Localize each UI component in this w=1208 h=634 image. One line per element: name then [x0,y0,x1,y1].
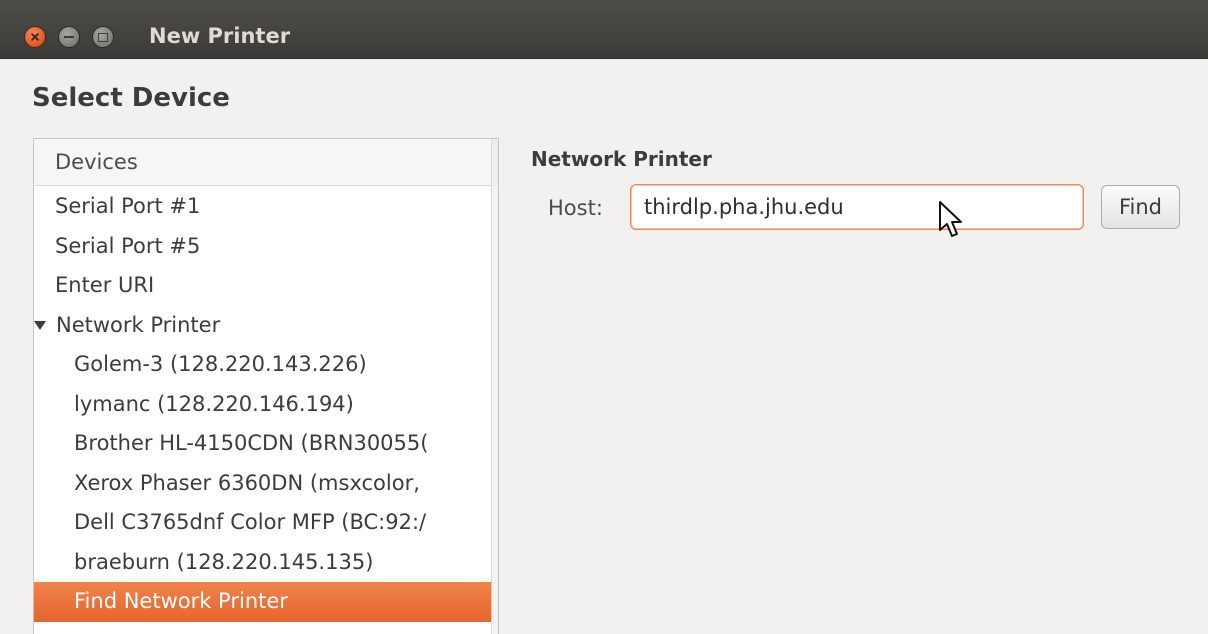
list-item-xerox-phaser-6360dn[interactable]: Xerox Phaser 6360DN (msxcolor, [34,464,492,504]
list-item-serial-port-5[interactable]: Serial Port #5 [34,227,492,267]
list-item-label: Golem-3 (128.220.143.226) [74,352,367,376]
list-item-brother-hl-4150cdn[interactable]: Brother HL-4150CDN (BRN30055( [34,424,492,464]
list-item-label: Serial Port #5 [55,233,201,258]
list-item-dell-c3765dnf[interactable]: Dell C3765dnf Color MFP (BC:92:/ [34,503,492,543]
list-item-serial-port-1[interactable]: Serial Port #1 [34,187,492,227]
page-title: Select Device [32,83,230,113]
list-item-label: Dell C3765dnf Color MFP (BC:92:/ [74,510,427,534]
list-item-label: Network Printer [56,312,221,337]
list-item-label: Xerox Phaser 6360DN (msxcolor, [74,470,420,495]
host-label: Host: [548,196,603,220]
list-scrollbar[interactable] [491,186,498,634]
list-item-golem-3[interactable]: Golem-3 (128.220.143.226) [34,345,492,385]
list-item-braeburn[interactable]: braeburn (128.220.145.135) [34,543,492,583]
host-input[interactable] [630,184,1084,230]
list-item-label: Serial Port #1 [55,194,201,218]
window-title: New Printer [149,24,291,48]
devices-column-header[interactable]: Devices [34,139,498,186]
devices-header-label: Devices [55,150,138,174]
new-printer-window: New Printer Select Device Devices Serial… [0,0,1208,634]
column-resize-handle[interactable] [491,139,498,186]
list-item-network-printer-group[interactable]: Network Printer [34,306,492,346]
expander-triangle-down-icon[interactable] [34,320,46,330]
list-item-label: lymanc (128.220.146.194) [74,391,354,416]
list-item-find-network-printer[interactable]: Find Network Printer [34,582,492,622]
list-item-label: Enter URI [55,273,155,297]
maximize-window-icon[interactable] [92,26,114,48]
title-bar[interactable]: New Printer [0,0,1208,59]
find-button[interactable]: Find [1101,185,1180,229]
device-rows: Serial Port #1 Serial Port #5 Enter URI … [34,187,492,622]
close-window-icon[interactable] [24,26,46,48]
minimize-window-icon[interactable] [58,26,80,48]
network-printer-section-title: Network Printer [531,147,712,171]
list-item-label: Brother HL-4150CDN (BRN30055( [74,431,429,455]
mouse-pointer-icon [939,201,962,237]
list-item-enter-uri[interactable]: Enter URI [34,266,492,306]
list-item-label: braeburn (128.220.145.135) [74,549,374,574]
list-item-lymanc[interactable]: lymanc (128.220.146.194) [34,385,492,425]
device-list[interactable]: Devices Serial Port #1 Serial Port #5 En… [33,138,499,634]
list-item-label: Find Network Printer [74,589,288,613]
